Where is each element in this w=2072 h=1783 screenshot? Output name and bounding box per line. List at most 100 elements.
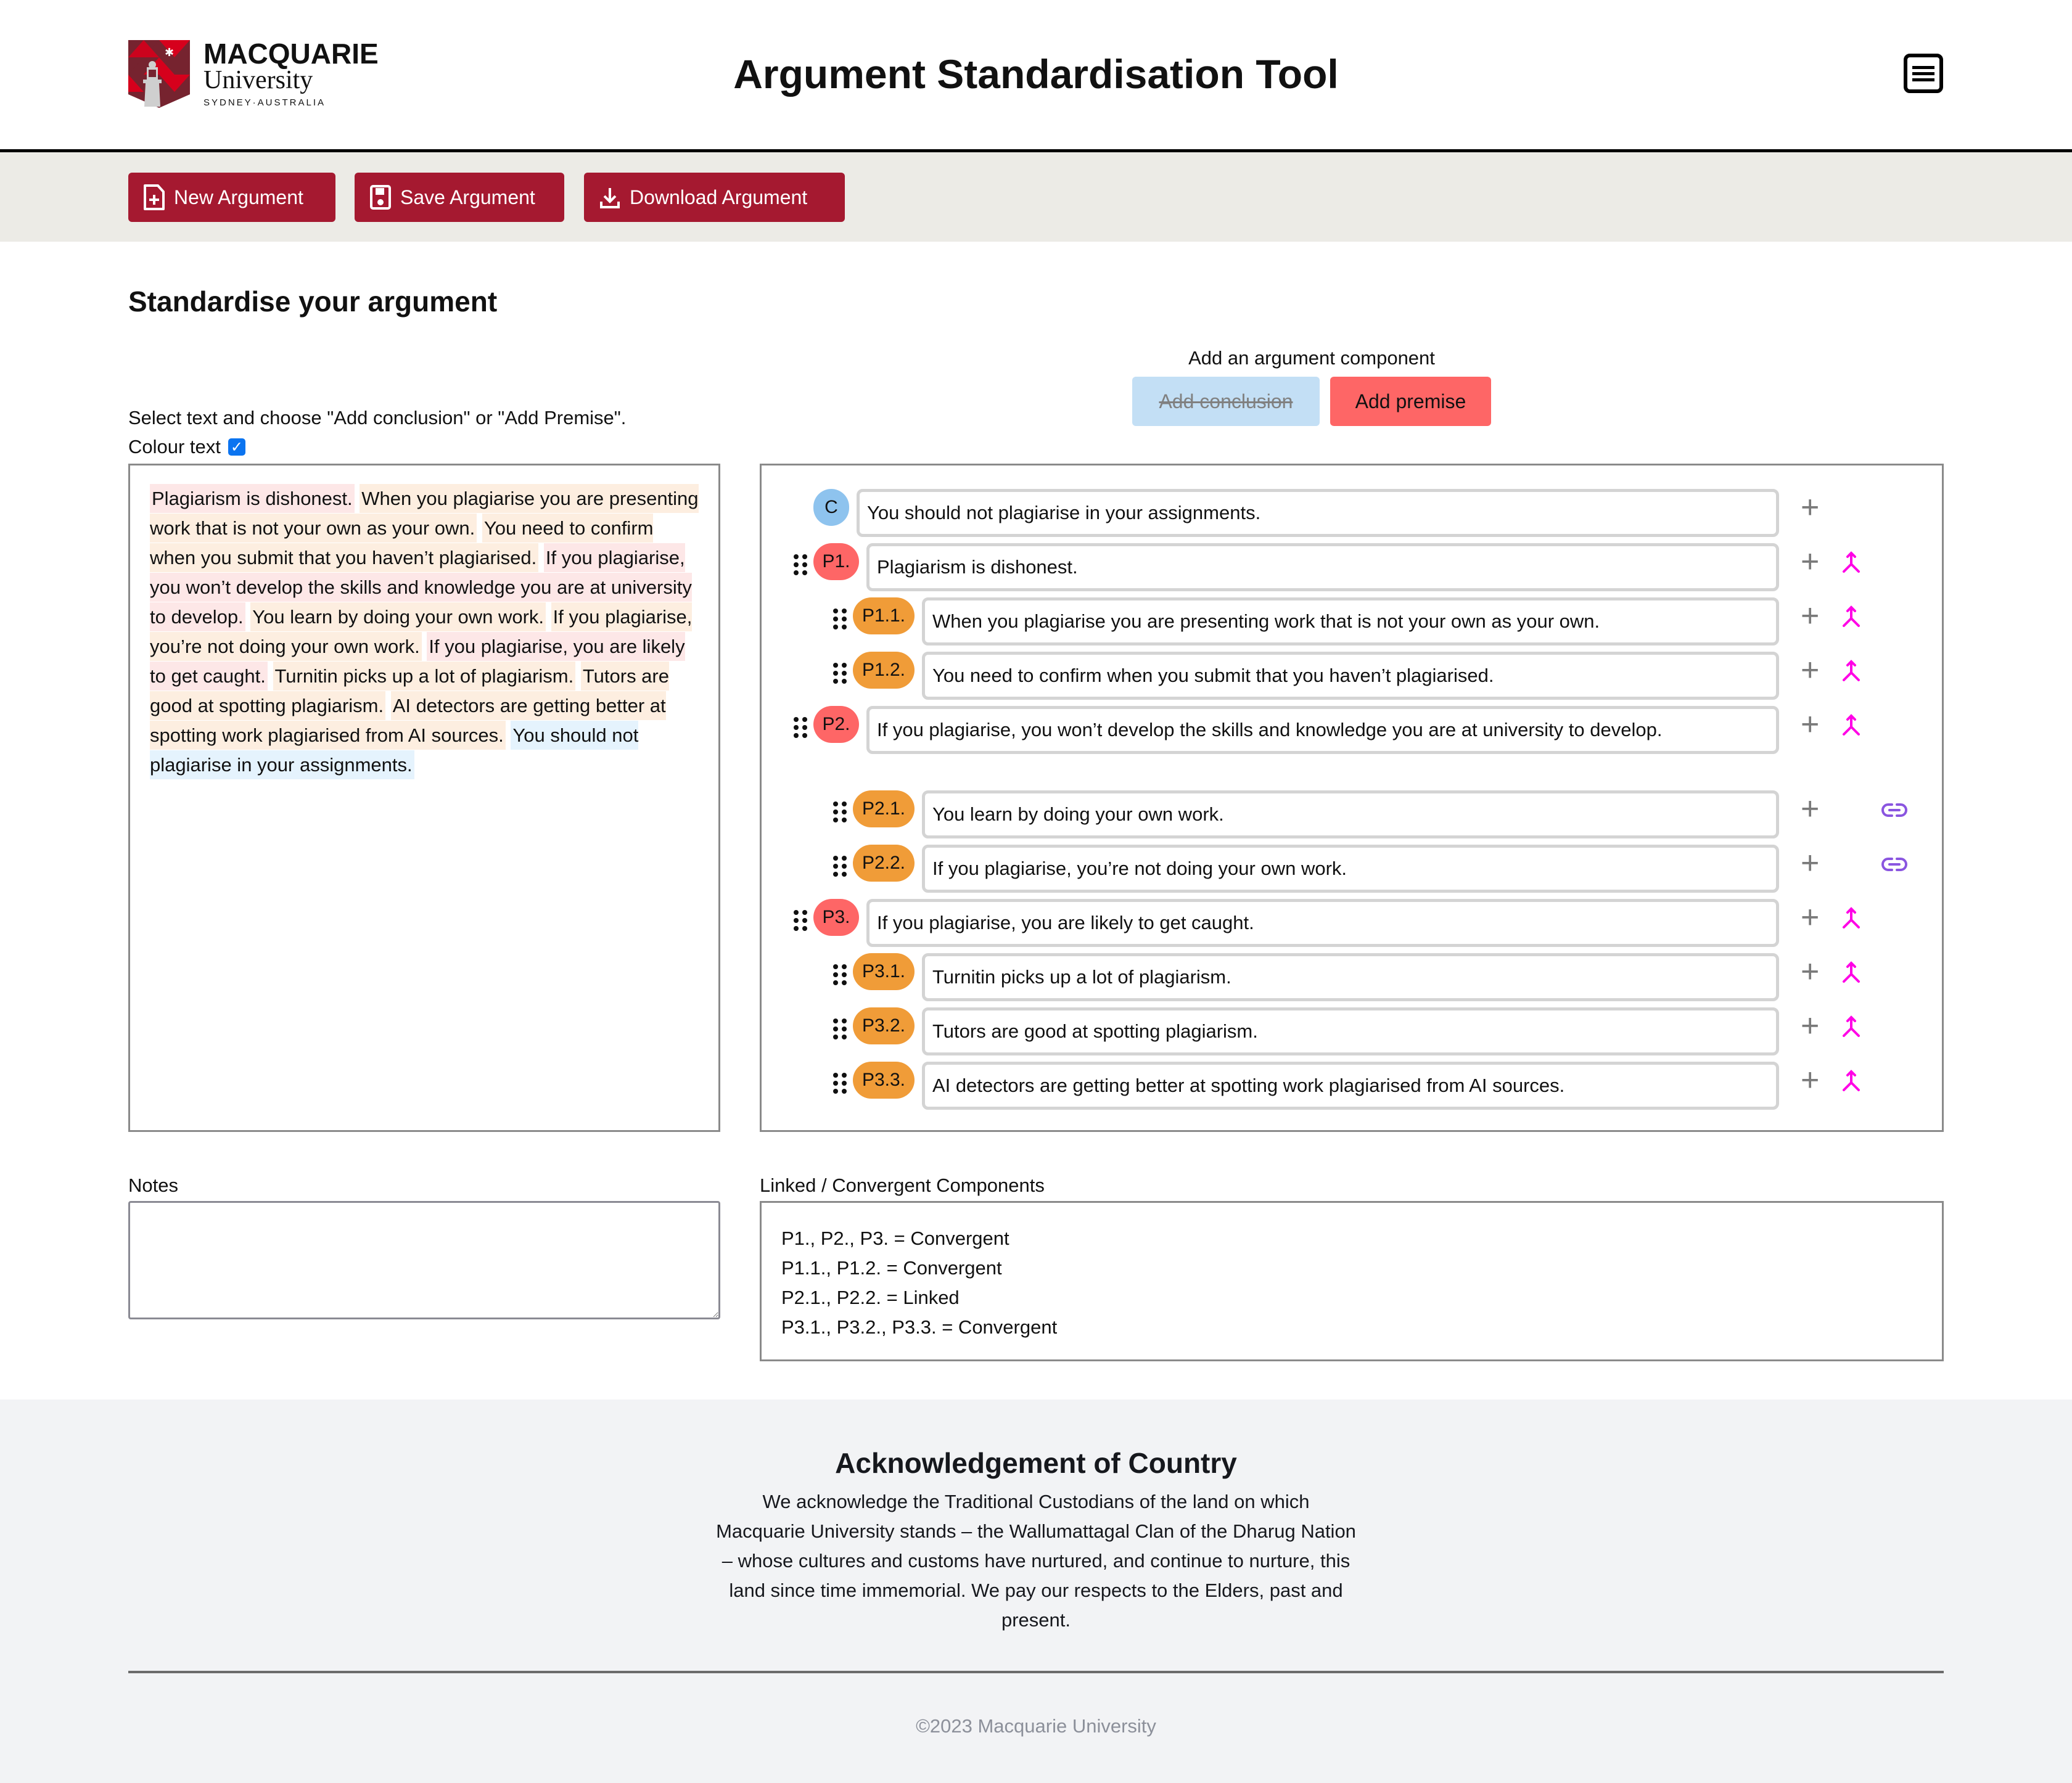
acknowledgement-title: Acknowledgement of Country <box>835 1447 1237 1479</box>
colour-text-label: Colour text <box>128 436 221 457</box>
section-title: Standardise your argument <box>128 285 498 318</box>
component-badge: P3. <box>813 899 859 936</box>
premise-row: P1.1. When you plagiarise you are present… <box>833 597 1779 646</box>
add-sub-premise-icon[interactable]: + <box>1801 793 1819 825</box>
menu-button[interactable] <box>1904 54 1943 93</box>
notes-label: Notes <box>128 1174 178 1196</box>
component-text-field[interactable]: You should not plagiarise in your assign… <box>857 489 1779 537</box>
component-text-field[interactable]: Plagiarism is dishonest. <box>866 543 1779 591</box>
component-badge: P1.2. <box>853 652 915 689</box>
premise-row: P2.1. You learn by doing your own work. <box>833 790 1779 838</box>
drag-handle-icon[interactable] <box>794 717 807 738</box>
component-text-field[interactable]: Tutors are good at spotting plagiarism. <box>922 1007 1779 1055</box>
add-sub-premise-icon[interactable]: + <box>1801 901 1819 933</box>
relation-line: P1., P2., P3. = Convergent <box>781 1228 1009 1249</box>
relation-line: P2.1., P2.2. = Linked <box>781 1287 960 1308</box>
save-argument-button[interactable]: Save Argument <box>355 173 564 222</box>
component-text-field[interactable]: If you plagiarise, you are likely to get… <box>866 899 1779 947</box>
convergent-icon[interactable] <box>1842 551 1860 574</box>
add-sub-premise-icon[interactable]: + <box>1801 1064 1819 1096</box>
relation-line: P1.1., P1.2. = Convergent <box>781 1257 1002 1279</box>
component-badge: P1. <box>813 543 859 580</box>
premise-row: P2. If you plagiarise, you won’t develop … <box>794 706 1779 754</box>
new-argument-label: New Argument <box>174 186 303 208</box>
drag-handle-icon[interactable] <box>833 1073 847 1094</box>
add-sub-premise-icon[interactable]: + <box>1801 546 1819 578</box>
component-text-field[interactable]: You learn by doing your own work. <box>922 790 1779 838</box>
source-text-panel[interactable]: Plagiarism is dishonest. When you plagia… <box>128 464 720 1132</box>
component-badge: P3.1. <box>853 953 915 990</box>
highlighted-premise-text: Plagiarism is dishonest. <box>150 484 355 513</box>
add-sub-premise-icon[interactable]: + <box>1801 956 1819 988</box>
convergent-icon[interactable] <box>1842 1069 1860 1092</box>
highlighted-sub-text: You learn by doing your own work. <box>250 602 546 631</box>
component-text-field[interactable]: Turnitin picks up a lot of plagiarism. <box>922 953 1779 1001</box>
component-text-field[interactable]: AI detectors are getting better at spott… <box>922 1062 1779 1110</box>
component-badge: P2.1. <box>853 790 915 827</box>
logo-location: SYDNEY·AUSTRALIA <box>204 97 326 108</box>
drag-handle-icon[interactable] <box>833 856 847 877</box>
drag-handle-icon[interactable] <box>833 1019 847 1039</box>
component-text-field[interactable]: If you plagiarise, you won’t develop the… <box>866 706 1779 754</box>
add-sub-premise-icon[interactable]: + <box>1801 491 1819 523</box>
convergent-icon[interactable] <box>1842 906 1860 930</box>
footer: Acknowledgement of Country We acknowledg… <box>0 1400 2072 1783</box>
component-badge: P2.2. <box>853 845 915 882</box>
linked-icon[interactable] <box>1881 803 1907 818</box>
convergent-icon[interactable] <box>1842 605 1860 628</box>
premise-row: P2.2. If you plagiarise, you’re not doing… <box>833 845 1779 893</box>
linked-convergent-label: Linked / Convergent Components <box>760 1174 1045 1196</box>
component-text-field[interactable]: You need to confirm when you submit that… <box>922 652 1779 700</box>
add-premise-button[interactable]: Add premise <box>1330 377 1491 426</box>
drag-handle-icon[interactable] <box>794 554 807 575</box>
drag-handle-icon[interactable] <box>833 801 847 822</box>
footer-divider <box>128 1671 1944 1673</box>
convergent-icon[interactable] <box>1842 659 1860 682</box>
premise-row: P3.3. AI detectors are getting better at … <box>833 1062 1779 1110</box>
component-badge: P1.1. <box>853 597 915 634</box>
component-text-field[interactable]: If you plagiarise, you’re not doing your… <box>922 845 1779 893</box>
save-argument-label: Save Argument <box>400 186 535 208</box>
relation-line: P3.1., P3.2., P3.3. = Convergent <box>781 1316 1058 1338</box>
premise-row: P3. If you plagiarise, you are likely to … <box>794 899 1779 947</box>
instructions-text: Select text and choose "Add conclusion" … <box>128 407 627 428</box>
app-title: Argument Standardisation Tool <box>733 51 1339 97</box>
copyright: ©2023 Macquarie University <box>916 1715 1156 1737</box>
site-header: ✱ MACQUARIE University SYDNEY·AUSTRALIA … <box>0 0 2072 152</box>
hamburger-line <box>1912 72 1934 75</box>
acknowledgement-text: We acknowledge the Traditional Custodian… <box>716 1491 1356 1631</box>
premise-row: P1. Plagiarism is dishonest. <box>794 543 1779 591</box>
notes-textarea[interactable] <box>128 1201 720 1319</box>
premise-row: P3.1. Turnitin picks up a lot of plagiari… <box>833 953 1779 1001</box>
drag-handle-icon[interactable] <box>833 964 847 985</box>
add-component-group: Add an argument component Add conclusion… <box>1132 347 1491 426</box>
save-icon <box>370 185 391 210</box>
component-text-field[interactable]: When you plagiarise you are presenting w… <box>922 597 1779 646</box>
colour-text-toggle[interactable]: Colour text ✓ <box>128 436 245 458</box>
component-badge: P3.3. <box>853 1062 915 1099</box>
drag-handle-icon[interactable] <box>833 609 847 629</box>
colour-text-checkbox[interactable]: ✓ <box>228 438 245 456</box>
components-panel: C You should not plagiarise in your assig… <box>760 464 1944 1132</box>
new-argument-button[interactable]: New Argument <box>128 173 335 222</box>
file-plus-icon <box>144 184 165 210</box>
convergent-icon[interactable] <box>1842 1015 1860 1038</box>
add-sub-premise-icon[interactable]: + <box>1801 847 1819 879</box>
convergent-icon[interactable] <box>1842 713 1860 737</box>
add-sub-premise-icon[interactable]: + <box>1801 600 1819 632</box>
add-sub-premise-icon[interactable]: + <box>1801 654 1819 686</box>
download-argument-button[interactable]: Download Argument <box>584 173 845 222</box>
highlighted-sub-text: Turnitin picks up a lot of plagiarism. <box>273 662 576 691</box>
linked-icon[interactable] <box>1881 857 1907 872</box>
component-badge: P3.2. <box>853 1007 915 1044</box>
add-sub-premise-icon[interactable]: + <box>1801 708 1819 740</box>
drag-handle-icon[interactable] <box>794 910 807 931</box>
convergent-icon[interactable] <box>1842 961 1860 984</box>
add-conclusion-button[interactable]: Add conclusion <box>1132 377 1320 426</box>
component-badge: P2. <box>813 706 859 743</box>
add-sub-premise-icon[interactable]: + <box>1801 1010 1819 1042</box>
drag-handle-icon[interactable] <box>833 663 847 684</box>
premise-row: P1.2. You need to confirm when you submit… <box>833 652 1779 700</box>
premise-row: P3.2. Tutors are good at spotting plagiar… <box>833 1007 1779 1055</box>
download-icon <box>600 188 620 208</box>
